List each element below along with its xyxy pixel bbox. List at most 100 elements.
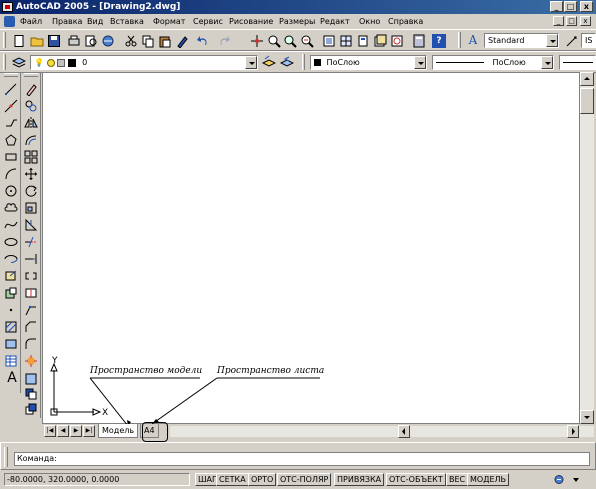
tool-palettes-icon[interactable] xyxy=(356,34,370,48)
trim-icon[interactable] xyxy=(24,235,38,249)
command-line-input[interactable]: Команда: xyxy=(14,452,590,466)
extend-icon[interactable] xyxy=(24,252,38,266)
color-select[interactable]: ПоСлою xyxy=(310,55,427,70)
last-tab-button[interactable]: ▶| xyxy=(83,425,95,437)
cut-icon[interactable] xyxy=(124,34,138,48)
menu-file[interactable]: Файл xyxy=(17,15,45,28)
fillet-icon[interactable] xyxy=(24,337,38,351)
dimension-style-icon[interactable] xyxy=(565,34,579,48)
otrack-toggle[interactable]: ОТС-ОБЪЕКТ xyxy=(386,473,446,486)
make-object-layer-current-icon[interactable] xyxy=(262,55,276,69)
toolbar-grip[interactable] xyxy=(24,73,38,77)
rotate-icon[interactable] xyxy=(24,184,38,198)
scroll-left-button[interactable] xyxy=(398,425,410,438)
properties-icon[interactable] xyxy=(322,34,336,48)
sheet-set-manager-icon[interactable] xyxy=(373,34,387,48)
text-style-select[interactable]: Standard xyxy=(484,33,559,48)
maximize-button[interactable]: □ xyxy=(564,1,577,12)
layer-previous-icon[interactable] xyxy=(280,55,294,69)
model-toggle[interactable]: МОДЕЛЬ xyxy=(467,473,510,486)
zoom-realtime-icon[interactable] xyxy=(267,34,281,48)
scroll-up-button[interactable] xyxy=(580,72,594,86)
design-center-icon[interactable] xyxy=(339,34,353,48)
coordinate-display[interactable]: -80.0000, 320.0000, 0.0000 xyxy=(4,473,190,486)
hatch-icon[interactable] xyxy=(4,320,18,334)
draw-order-icon[interactable] xyxy=(24,387,38,401)
match-properties-icon[interactable] xyxy=(175,34,189,48)
tab-model[interactable]: Модель xyxy=(98,424,139,438)
autocad-app-icon[interactable] xyxy=(2,2,13,12)
region-icon[interactable] xyxy=(4,337,18,351)
zoom-window-icon[interactable] xyxy=(283,34,297,48)
scale-icon[interactable] xyxy=(24,201,38,215)
menu-insert[interactable]: Вставка xyxy=(107,15,147,28)
vertical-scrollbar[interactable] xyxy=(580,72,594,424)
scroll-right-button[interactable] xyxy=(567,425,579,438)
array-icon[interactable] xyxy=(24,150,38,164)
offset-icon[interactable] xyxy=(24,133,38,147)
publish-icon[interactable] xyxy=(101,34,115,48)
construction-line-icon[interactable] xyxy=(4,99,18,113)
menu-format[interactable]: Формат xyxy=(150,15,188,28)
spline-icon[interactable] xyxy=(4,218,18,232)
command-window-grip[interactable] xyxy=(4,447,8,467)
table-icon[interactable] xyxy=(4,354,18,368)
make-block-icon[interactable] xyxy=(4,286,18,300)
help-button[interactable]: ? xyxy=(432,34,446,48)
stretch-icon[interactable] xyxy=(24,218,38,232)
scroll-thumb[interactable] xyxy=(580,88,594,114)
bring-to-front-icon[interactable] xyxy=(24,402,38,416)
arc-icon[interactable] xyxy=(4,167,18,181)
dimension-style-select[interactable]: IS xyxy=(581,33,596,48)
explode-icon[interactable] xyxy=(24,354,38,368)
layer-select[interactable]: 💡 0 xyxy=(30,55,258,70)
polygon-icon[interactable] xyxy=(4,133,18,147)
ellipse-icon[interactable] xyxy=(4,235,18,249)
multiline-text-icon[interactable]: A xyxy=(5,369,19,387)
erase-icon[interactable] xyxy=(24,82,38,96)
grid-toggle[interactable]: СЕТКА xyxy=(216,473,249,486)
properties-toolbar-grip[interactable] xyxy=(302,54,305,70)
osnap-toggle[interactable]: ПРИВЯЗКА xyxy=(334,473,385,486)
polar-toggle[interactable]: ОТС-ПОЛЯР xyxy=(277,473,332,486)
break-at-point-icon[interactable] xyxy=(24,286,38,300)
polyline-icon[interactable] xyxy=(4,116,18,130)
open-file-icon[interactable] xyxy=(30,34,44,48)
revision-cloud-icon[interactable] xyxy=(4,201,18,215)
linetype-select[interactable]: ПоСлою xyxy=(432,55,554,70)
insert-block-icon[interactable] xyxy=(4,269,18,283)
text-style-icon[interactable]: A xyxy=(466,33,480,47)
chevron-down-icon[interactable] xyxy=(541,56,553,69)
mirror-icon[interactable] xyxy=(24,116,38,130)
minimize-button[interactable]: _ xyxy=(550,1,563,12)
scroll-down-button[interactable] xyxy=(580,410,594,424)
new-file-icon[interactable] xyxy=(12,34,26,48)
status-menu-arrow-icon[interactable] xyxy=(571,476,581,484)
menu-edit[interactable]: Правка xyxy=(49,15,85,28)
menu-modify[interactable]: Редакт xyxy=(317,15,353,28)
menu-draw[interactable]: Рисование xyxy=(226,15,276,28)
redo-icon[interactable] xyxy=(217,34,231,48)
point-icon[interactable] xyxy=(4,303,18,317)
ortho-toggle[interactable]: ОРТО xyxy=(248,473,277,486)
toolbar-grip[interactable] xyxy=(3,54,6,70)
move-icon[interactable] xyxy=(24,167,38,181)
prev-tab-button[interactable]: ◀ xyxy=(57,425,69,437)
copy-clipboard-icon[interactable] xyxy=(141,34,155,48)
menu-dimension[interactable]: Размеры xyxy=(276,15,318,28)
circle-icon[interactable] xyxy=(4,184,18,198)
menu-view[interactable]: Вид xyxy=(84,15,106,28)
copy-icon[interactable] xyxy=(24,99,38,113)
menu-help[interactable]: Справка xyxy=(385,15,426,28)
layer-manager-icon[interactable] xyxy=(12,55,26,69)
pan-realtime-icon[interactable] xyxy=(250,34,264,48)
chevron-down-icon[interactable] xyxy=(414,56,426,69)
chevron-down-icon[interactable] xyxy=(546,34,558,47)
lineweight-select[interactable] xyxy=(559,55,596,70)
chevron-down-icon[interactable] xyxy=(245,56,257,69)
markup-set-manager-icon[interactable] xyxy=(390,34,404,48)
doc-restore-button[interactable]: □ xyxy=(566,16,577,26)
communication-center-icon[interactable] xyxy=(551,473,567,486)
join-icon[interactable] xyxy=(24,303,38,317)
zoom-previous-icon[interactable] xyxy=(300,34,314,48)
